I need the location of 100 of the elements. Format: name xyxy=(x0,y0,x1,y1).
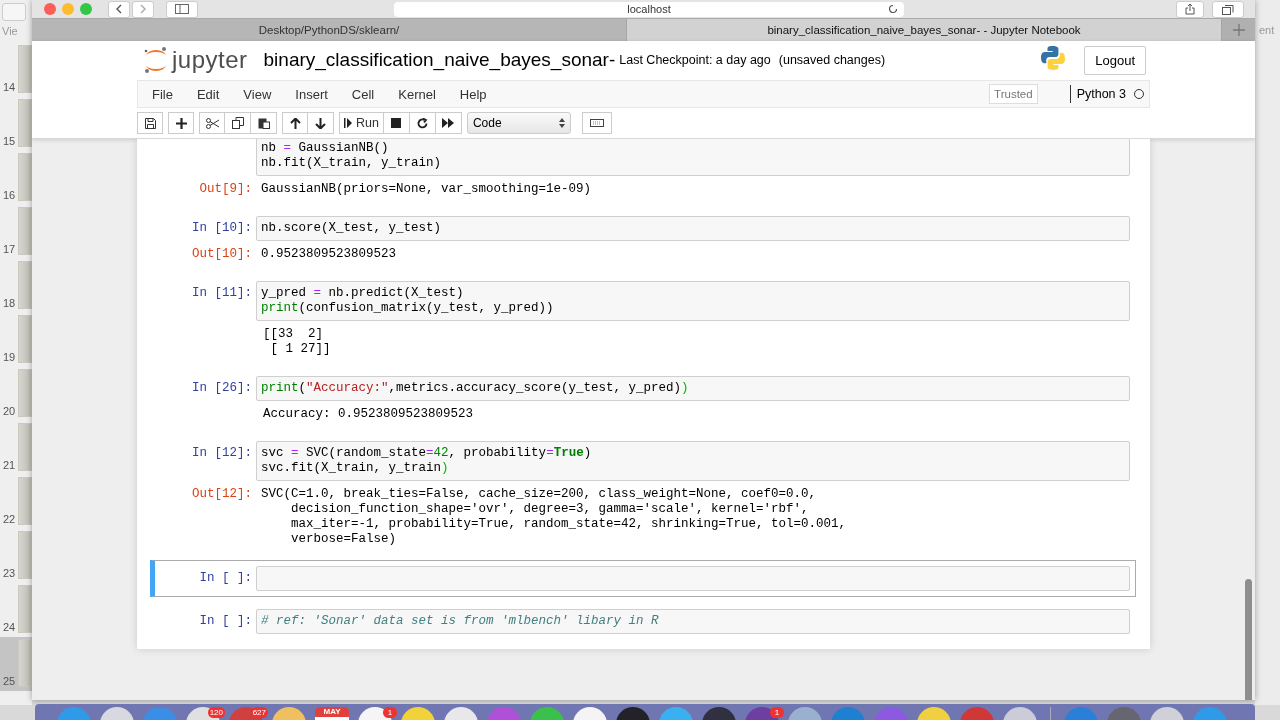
copy-button[interactable] xyxy=(225,112,251,134)
copy-icon xyxy=(231,117,244,129)
close-icon[interactable] xyxy=(44,3,56,15)
menu-item[interactable]: Edit xyxy=(184,86,232,102)
menu-item[interactable]: Insert xyxy=(283,86,340,102)
code-line: nb = GaussianNB() xyxy=(261,141,390,156)
cut-button[interactable] xyxy=(199,112,225,134)
maximize-icon[interactable] xyxy=(80,3,92,15)
notification-badge: 1 xyxy=(383,707,397,718)
output-line: SVC(C=1.0, break_ties=False, cache_size=200, class_weight=None, coef0=0.0, xyxy=(261,487,818,502)
page-thumbnail-row[interactable]: 20 xyxy=(0,367,32,421)
browser-tab[interactable]: binary_classification_naive_bayes_sonar- - Jupyter Notebook xyxy=(627,19,1222,41)
stop-icon xyxy=(391,118,402,128)
page-thumbnail-row[interactable]: 14 xyxy=(0,43,32,97)
checkpoint-text: Last Checkpoint: a day ago xyxy=(619,53,771,67)
page-thumbnail-row[interactable]: 24 xyxy=(0,583,32,637)
move-down-button[interactable] xyxy=(308,112,334,134)
tabs-button[interactable] xyxy=(1212,0,1244,18)
forward-button[interactable] xyxy=(132,0,154,18)
menu-item[interactable]: Help xyxy=(447,86,499,102)
cell-type-dropdown[interactable]: Code xyxy=(466,112,571,134)
share-icon xyxy=(1185,3,1195,15)
move-up-button[interactable] xyxy=(282,112,308,134)
plus-icon xyxy=(1232,24,1245,36)
output-line: verbose=False) xyxy=(290,532,398,547)
notebook-cell[interactable]: In [10]: nb.score(X_test, y_test) Out[10]: 0.9523809523809523 xyxy=(150,210,1136,269)
save-icon xyxy=(144,117,156,129)
up-arrow-icon xyxy=(289,117,301,129)
notebook-cell[interactable]: nb = GaussianNB() nb.fit(X_train, y_train) Out[9]: GaussianNB(priors=None, var_smoothing=1e-09) xyxy=(150,139,1136,204)
code-line: y_pred = nb.predict(X_test) xyxy=(261,286,465,301)
page-thumbnail-row[interactable]: 19 xyxy=(0,313,32,367)
logo-text: jupyter xyxy=(172,46,248,74)
fast-forward-icon xyxy=(442,118,455,128)
unsaved-status: (unsaved changes) xyxy=(778,53,886,67)
trusted-indicator[interactable]: Trusted xyxy=(989,84,1038,104)
output-prompt: Out[9]: xyxy=(199,182,252,196)
plus-icon xyxy=(175,117,187,129)
output-prompt: Out[12]: xyxy=(192,487,252,501)
page-thumbnail-row[interactable]: 22 xyxy=(0,475,32,529)
code-input[interactable]: print("Accuracy:",metrics.accuracy_score(y_test, y_pred)) xyxy=(256,376,1130,401)
notification-badge: 1 xyxy=(770,707,784,718)
paste-button[interactable] xyxy=(251,112,277,134)
address-bar[interactable]: localhost xyxy=(394,1,904,17)
notebook-cell[interactable]: In [ ]: # ref: 'Sonar' data set is from 'mlbench' libary in R xyxy=(150,603,1136,640)
output-line: Accuracy: 0.9523809523809523 xyxy=(263,407,475,422)
window-label: ent xyxy=(1259,24,1275,36)
chevron-left-icon xyxy=(115,4,123,14)
back-button[interactable] xyxy=(108,0,130,18)
page-thumbnail-row[interactable]: 16 xyxy=(0,151,32,205)
chevron-right-icon xyxy=(139,4,147,14)
save-button[interactable] xyxy=(137,112,163,134)
output-line: 0.9523809523809523 xyxy=(261,247,398,262)
code-input[interactable] xyxy=(256,566,1130,591)
input-prompt: In [12]: xyxy=(192,446,252,460)
page-thumbnail-row[interactable]: 17 xyxy=(0,205,32,259)
page-thumbnail-row[interactable]: 25 xyxy=(0,637,32,691)
code-input[interactable]: nb.score(X_test, y_test) xyxy=(256,216,1130,241)
page-thumbnail-row[interactable]: 15 xyxy=(0,97,32,151)
code-input[interactable]: y_pred = nb.predict(X_test) print(confusion_matrix(y_test, y_pred)) xyxy=(256,281,1130,321)
output-line: decision_function_shape='ovr', degree=3, gamma='scale', kernel='rbf', xyxy=(290,502,810,517)
notebook-title[interactable]: binary_classification_naive_bayes_sonar- xyxy=(263,49,616,71)
page-thumbnail-row[interactable]: 18 xyxy=(0,259,32,313)
month-label: MAY xyxy=(315,707,349,717)
reload-icon xyxy=(888,3,898,14)
output-line: max_iter=-1, probability=True, random_state=42, shrinking=True, tol=0.001, xyxy=(290,517,848,532)
input-prompt: In [26]: xyxy=(192,381,252,395)
fast-forward-button[interactable] xyxy=(435,112,462,134)
sidebar-button[interactable] xyxy=(166,0,198,18)
python-logo-icon xyxy=(1040,45,1067,71)
run-button[interactable]: Run xyxy=(339,112,384,134)
code-input[interactable]: svc = SVC(random_state=42, probability=True) svc.fit(X_train, y_train) xyxy=(256,441,1130,481)
kernel-name[interactable]: Python 3 xyxy=(1076,87,1126,101)
page-thumbnail-row[interactable]: 21 xyxy=(0,421,32,475)
insert-cell-button[interactable] xyxy=(168,112,194,134)
input-prompt: In [10]: xyxy=(192,221,252,235)
notebook-cell[interactable]: In [ ]: xyxy=(150,560,1136,597)
menu-item[interactable]: Kernel xyxy=(386,86,448,102)
input-prompt: In [11]: xyxy=(192,286,252,300)
code-input[interactable]: # ref: 'Sonar' data set is from 'mlbench' libary in R xyxy=(256,609,1130,634)
restart-button[interactable] xyxy=(409,112,436,134)
share-button[interactable] xyxy=(1176,0,1204,18)
code-line: svc.fit(X_train, y_train) xyxy=(261,461,450,476)
menu-item[interactable]: View xyxy=(231,86,284,102)
output-line: [[33 2] xyxy=(263,327,324,342)
notebook-cell[interactable]: In [11]: y_pred = nb.predict(X_test) print(confusion_matrix(y_test, y_pred)) [[33 2] [ 1 27]] xyxy=(150,275,1136,364)
keyboard-button[interactable] xyxy=(581,112,612,134)
keyboard-icon xyxy=(589,119,604,127)
code-line: nb.fit(X_train, y_train) xyxy=(261,156,443,171)
stop-button[interactable] xyxy=(383,112,410,134)
tabs-icon xyxy=(1222,3,1234,15)
input-prompt: In [ ]: xyxy=(199,614,252,628)
menu-item[interactable]: Cell xyxy=(339,86,387,102)
page-thumbnail-row[interactable]: 23 xyxy=(0,529,32,583)
menu-item[interactable]: File xyxy=(138,86,185,102)
notebook-cell[interactable]: In [26]: print("Accuracy:",metrics.accuracy_score(y_test, y_pred)) Accuracy: 0.9523809523809523 xyxy=(150,370,1136,429)
code-input[interactable]: nb = GaussianNB() nb.fit(X_train, y_train) xyxy=(256,139,1130,176)
down-arrow-icon xyxy=(315,117,326,129)
logout-button[interactable]: Logout xyxy=(1084,45,1146,75)
updown-caret-icon xyxy=(558,118,565,128)
output-line: GaussianNB(priors=None, var_smoothing=1e-09) xyxy=(261,182,593,197)
